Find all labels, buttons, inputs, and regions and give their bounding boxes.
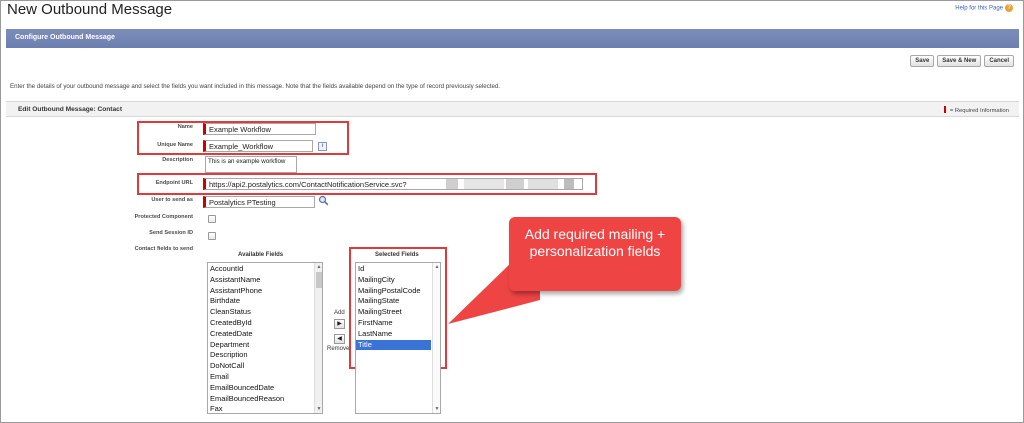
intro-text: Enter the details of your outbound messa…: [10, 83, 501, 90]
help-icon[interactable]: ?: [1005, 4, 1013, 12]
name-input[interactable]: Example Workflow: [203, 123, 316, 135]
available-fields-scrollbar[interactable]: ▲ ▼: [314, 263, 322, 413]
required-marker: [943, 106, 946, 113]
send-session-id-label: Send Session ID: [149, 230, 193, 236]
redacted-block: [528, 179, 558, 189]
selected-fields-caption: Selected Fields: [375, 252, 419, 258]
scroll-up-icon[interactable]: ▲: [315, 263, 322, 271]
available-fields-list[interactable]: AccountId AssistantName AssistantPhone B…: [207, 262, 323, 414]
list-item-selected[interactable]: Title: [356, 339, 431, 351]
remove-button[interactable]: ◀: [334, 334, 345, 344]
scroll-down-icon[interactable]: ▼: [433, 405, 440, 413]
list-item[interactable]: Email: [208, 372, 313, 383]
description-textarea[interactable]: This is an example workflow: [205, 156, 297, 173]
list-item[interactable]: Fax: [208, 404, 313, 413]
description-label: Description: [162, 157, 193, 163]
list-item[interactable]: EmailBouncedDate: [208, 383, 313, 394]
lookup-icon[interactable]: [318, 195, 329, 206]
info-icon[interactable]: i: [318, 142, 327, 151]
list-item[interactable]: AssistantName: [208, 275, 313, 286]
list-item[interactable]: CleanStatus: [208, 307, 313, 318]
list-item[interactable]: MailingCity: [356, 275, 431, 286]
unique-name-input[interactable]: Example_Workflow: [203, 140, 313, 152]
list-item[interactable]: Id: [356, 264, 431, 275]
available-fields-caption: Available Fields: [238, 252, 284, 258]
endpoint-url-value: https://api2.postalytics.com/ContactNoti…: [209, 180, 407, 189]
protected-component-checkbox[interactable]: [208, 215, 216, 223]
redacted-block: [506, 179, 524, 189]
selected-fields-list[interactable]: Id MailingCity MailingPostalCode Mailing…: [355, 262, 441, 414]
page-title: New Outbound Message: [7, 1, 173, 18]
list-item[interactable]: EmailBouncedReason: [208, 394, 313, 405]
list-item[interactable]: DoNotCall: [208, 361, 313, 372]
add-label: Add: [334, 310, 345, 316]
required-legend: = Required Information: [943, 106, 1009, 114]
redacted-block: [564, 179, 574, 189]
endpoint-url-input[interactable]: https://api2.postalytics.com/ContactNoti…: [203, 178, 583, 190]
redacted-block: [446, 179, 458, 189]
required-legend-label: = Required Information: [949, 108, 1009, 114]
user-input[interactable]: Postalytics PTesting: [203, 196, 315, 208]
selected-fields-scrollbar[interactable]: ▲ ▼: [432, 263, 440, 413]
section-header: Edit Outbound Message: Contact = Require…: [6, 101, 1019, 117]
scroll-down-icon[interactable]: ▼: [315, 405, 322, 413]
list-item[interactable]: LastName: [356, 329, 431, 340]
protected-component-label: Protected Component: [134, 214, 193, 220]
help-link[interactable]: Help for this Page?: [955, 4, 1013, 12]
list-item[interactable]: Birthdate: [208, 296, 313, 307]
configure-banner: Configure Outbound Message: [6, 29, 1019, 48]
callout-text: Add required mailing + personalization f…: [524, 226, 666, 259]
help-link-label[interactable]: Help for this Page: [955, 6, 1003, 12]
endpoint-url-label: Endpoint URL: [155, 180, 193, 186]
list-item[interactable]: Department: [208, 340, 313, 351]
unique-name-label: Unique Name: [157, 142, 193, 148]
cancel-button[interactable]: Cancel: [984, 55, 1014, 67]
screenshot-frame: [0, 0, 1024, 423]
list-item[interactable]: CreatedDate: [208, 329, 313, 340]
list-item[interactable]: MailingStreet: [356, 307, 431, 318]
send-session-id-checkbox[interactable]: [208, 232, 216, 240]
list-item[interactable]: MailingPostalCode: [356, 286, 431, 297]
add-button[interactable]: ▶: [334, 319, 345, 329]
list-item[interactable]: CreatedById: [208, 318, 313, 329]
list-item[interactable]: Description: [208, 350, 313, 361]
list-item[interactable]: AssistantPhone: [208, 286, 313, 297]
user-label: User to send as: [151, 197, 193, 203]
banner-title: Configure Outbound Message: [15, 34, 115, 41]
remove-label: Remove: [327, 346, 350, 352]
name-label: Name: [177, 124, 193, 130]
list-item[interactable]: MailingState: [356, 296, 431, 307]
list-item[interactable]: FirstName: [356, 318, 431, 329]
scroll-thumb[interactable]: [316, 272, 322, 288]
save-and-new-button[interactable]: Save & New: [937, 55, 982, 67]
redacted-block: [464, 179, 504, 189]
contact-fields-label: Contact fields to send: [134, 246, 193, 252]
toolbar: Save Save & New Cancel: [910, 55, 1014, 67]
save-button[interactable]: Save: [910, 55, 935, 67]
list-item[interactable]: AccountId: [208, 264, 313, 275]
section-title: Edit Outbound Message: Contact: [18, 106, 123, 113]
